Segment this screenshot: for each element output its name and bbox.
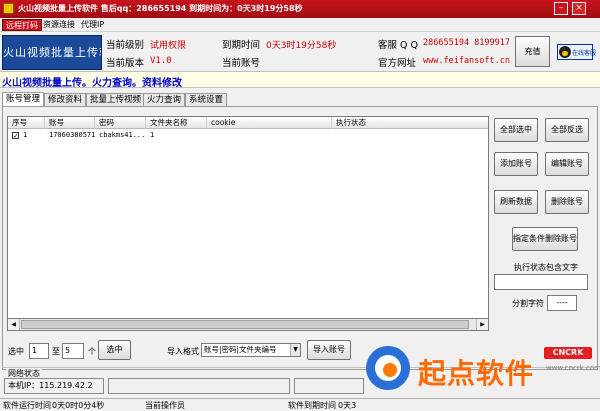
feature-banner: 火山视频批量上传。火力查询。资料修改 [0, 71, 600, 89]
menu-resource-link[interactable]: 资源连接 [40, 19, 78, 31]
expire-label: 到期时间 [222, 40, 261, 51]
select-range-button[interactable]: 选中 [98, 340, 131, 360]
delete-account-button[interactable]: 删除账号 [545, 190, 589, 214]
network-status-box-2 [294, 378, 364, 394]
expire-time-value: 0天3 [338, 401, 357, 410]
status-contains-label: 执行状态包含文字 [514, 263, 578, 272]
runtime-label: 软件运行时间 [3, 401, 51, 410]
status-contains-input[interactable] [494, 274, 588, 290]
separator-label: 分割字符 [512, 299, 544, 308]
level-value: 试用权限 [150, 41, 187, 51]
site-value[interactable]: www.feifansoft.cn [423, 56, 510, 66]
row-checkbox[interactable]: ✓ [12, 132, 19, 140]
tab-account-management[interactable]: 账号管理 [2, 92, 45, 107]
range-unit-label: 个 [88, 347, 96, 356]
site-label: 官方网址 [378, 58, 417, 69]
watermark-text: 起点软件 [418, 357, 535, 390]
select-range-label: 选中 [8, 347, 24, 356]
version-label: 当前版本 [106, 58, 145, 69]
menu-proxy-ip[interactable]: 代理IP [78, 19, 107, 31]
row-password: cbakms41... [99, 131, 146, 139]
service-qq-label: 客服 Q Q [378, 40, 418, 51]
watermark-domain: www.cncrk.com [546, 364, 600, 372]
table-header: 序号 账号 密码 文件夹名称 cookie 执行状态 [8, 117, 488, 129]
account-label: 当前账号 [222, 58, 261, 69]
runtime-value: 0天0时0分4秒 [52, 401, 105, 410]
accounts-table[interactable]: 序号 账号 密码 文件夹名称 cookie 执行状态 ✓ 1 170603805… [7, 116, 489, 331]
range-to-label: 至 [52, 347, 60, 356]
app-logo: 火山视频批量上传软件 [2, 35, 102, 70]
import-format-value: 账号|密码|文件夹编号 [204, 345, 277, 354]
row-index: 1 [23, 131, 28, 139]
recharge-button[interactable]: 充值 [515, 36, 550, 67]
conditional-delete-button[interactable]: 指定条件删除账号 [512, 227, 578, 251]
import-format-select[interactable]: 账号|密码|文件夹编号 ▼ [201, 343, 301, 357]
version-value: V1.0 [150, 56, 172, 66]
table-row[interactable]: ✓ 1 17060380571 cbakms41... 1 [8, 130, 488, 141]
expire-time-label: 软件到期时间 [288, 401, 336, 410]
import-accounts-button[interactable]: 导入账号 [307, 340, 351, 360]
row-folder: 1 [150, 131, 155, 139]
scroll-left-icon[interactable]: ◀ [8, 319, 20, 330]
current-operator-label: 当前操作员 [145, 401, 185, 410]
tab-batch-upload[interactable]: 批量上传视频 [86, 93, 146, 107]
qq-penguin-icon [559, 46, 571, 58]
expire-value: 0天3时19分58秒 [266, 41, 337, 51]
scroll-thumb[interactable] [21, 320, 469, 329]
add-account-button[interactable]: 添加账号 [494, 152, 538, 176]
status-bar: 软件运行时间 0天0时0分4秒 当前操作员 软件到期时间 0天3 [0, 398, 600, 411]
banner-text: 火山视频批量上传。火力查询。资料修改 [2, 78, 182, 89]
col-cookie[interactable]: cookie [207, 117, 332, 129]
select-all-button[interactable]: 全部选中 [494, 118, 538, 142]
tab-fire-query[interactable]: 火力查询 [143, 93, 186, 107]
service-qq-value: 286655194 8199917 [423, 38, 510, 48]
window-title: 火山视频批量上传软件 售后qq：286655194 到期时间为：0天3时19分5… [18, 4, 303, 13]
horizontal-scrollbar[interactable]: ◀ ▶ [7, 318, 489, 331]
local-ip-box: 本机IP：115.219.42.2 [4, 378, 104, 394]
tab-edit-profile[interactable]: 修改资料 [44, 93, 87, 107]
site-watermark: 起点软件 CNCRK www.cncrk.com [362, 340, 600, 398]
network-status-box [108, 378, 290, 394]
scroll-right-icon[interactable]: ▶ [476, 319, 488, 330]
separator-input[interactable]: ---- [547, 295, 577, 311]
range-to-input[interactable]: 5 [62, 343, 84, 359]
watermark-logo-icon [366, 346, 410, 390]
col-password[interactable]: 密码 [95, 117, 146, 129]
import-format-label: 导入格式 [167, 347, 199, 356]
col-status[interactable]: 执行状态 [332, 117, 488, 129]
refresh-data-button[interactable]: 刷新数据 [494, 190, 538, 214]
range-from-input[interactable]: 1 [29, 343, 49, 359]
menu-remote-captcha[interactable]: 远程打码 [2, 19, 42, 31]
level-label: 当前级别 [106, 40, 145, 51]
row-cookie [208, 130, 332, 141]
row-status [333, 130, 488, 141]
col-folder[interactable]: 文件夹名称 [146, 117, 207, 129]
app-icon [3, 3, 14, 14]
col-index[interactable]: 序号 [8, 117, 45, 129]
online-service-badge[interactable]: 在线客服 [557, 44, 597, 60]
tab-system-settings[interactable]: 系统设置 [185, 93, 228, 107]
online-service-text: 在线客服 [572, 50, 597, 57]
menu-bar: 远程打码 资源连接 代理IP [0, 18, 600, 32]
col-account[interactable]: 账号 [45, 117, 95, 129]
title-bar: 火山视频批量上传软件 售后qq：286655194 到期时间为：0天3时19分5… [0, 0, 600, 18]
invert-selection-button[interactable]: 全部反选 [545, 118, 589, 142]
edit-account-button[interactable]: 编辑账号 [545, 152, 589, 176]
close-button[interactable]: × [572, 2, 586, 15]
minimize-button[interactable]: – [554, 2, 568, 15]
row-account: 17060380571 [49, 131, 96, 139]
watermark-badge: CNCRK [544, 347, 592, 359]
chevron-down-icon[interactable]: ▼ [290, 344, 300, 356]
